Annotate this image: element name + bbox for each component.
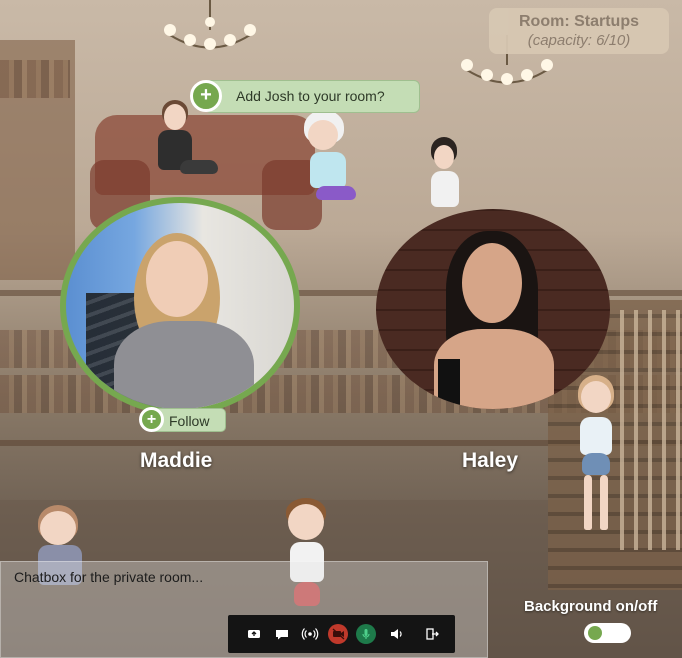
- chatbox-placeholder: Chatbox for the private room...: [14, 569, 204, 585]
- background-toggle-label: Background on/off: [524, 598, 658, 615]
- avatar[interactable]: [428, 135, 462, 220]
- call-toolbar: [228, 615, 455, 653]
- stair-railing: [620, 310, 682, 550]
- speaker-icon[interactable]: [386, 624, 406, 644]
- participant-name-haley: Haley: [462, 449, 519, 472]
- follow-label: Follow: [169, 413, 210, 429]
- video-tile-haley[interactable]: [376, 209, 610, 409]
- avatar[interactable]: [300, 110, 362, 220]
- camera-off-icon[interactable]: [328, 624, 348, 644]
- room-title: Room: Startups: [519, 13, 639, 30]
- room-scene: Room: Startups (capacity: 6/10) Add Josh…: [0, 0, 682, 658]
- add-josh-label: Add Josh to your room?: [236, 88, 385, 104]
- share-screen-icon[interactable]: [244, 624, 264, 644]
- microphone-icon[interactable]: [356, 624, 376, 644]
- exit-icon[interactable]: [422, 624, 442, 644]
- room-capacity: (capacity: 6/10): [527, 32, 631, 49]
- toggle-knob: [588, 626, 602, 640]
- bookshelf-row: [0, 60, 70, 98]
- background-toggle[interactable]: [584, 623, 631, 643]
- plus-icon[interactable]: +: [190, 80, 222, 112]
- avatar[interactable]: [570, 375, 625, 540]
- add-josh-button[interactable]: Add Josh to your room?: [205, 80, 420, 113]
- chandelier-icon: [164, 0, 256, 50]
- participant-name-maddie: Maddie: [140, 449, 213, 472]
- room-info-badge: Room: Startups (capacity: 6/10): [489, 8, 669, 54]
- video-tile-maddie[interactable]: [60, 197, 300, 415]
- plus-icon[interactable]: +: [139, 407, 164, 432]
- chat-icon[interactable]: [272, 624, 292, 644]
- avatar[interactable]: [150, 100, 220, 190]
- broadcast-icon[interactable]: [300, 624, 320, 644]
